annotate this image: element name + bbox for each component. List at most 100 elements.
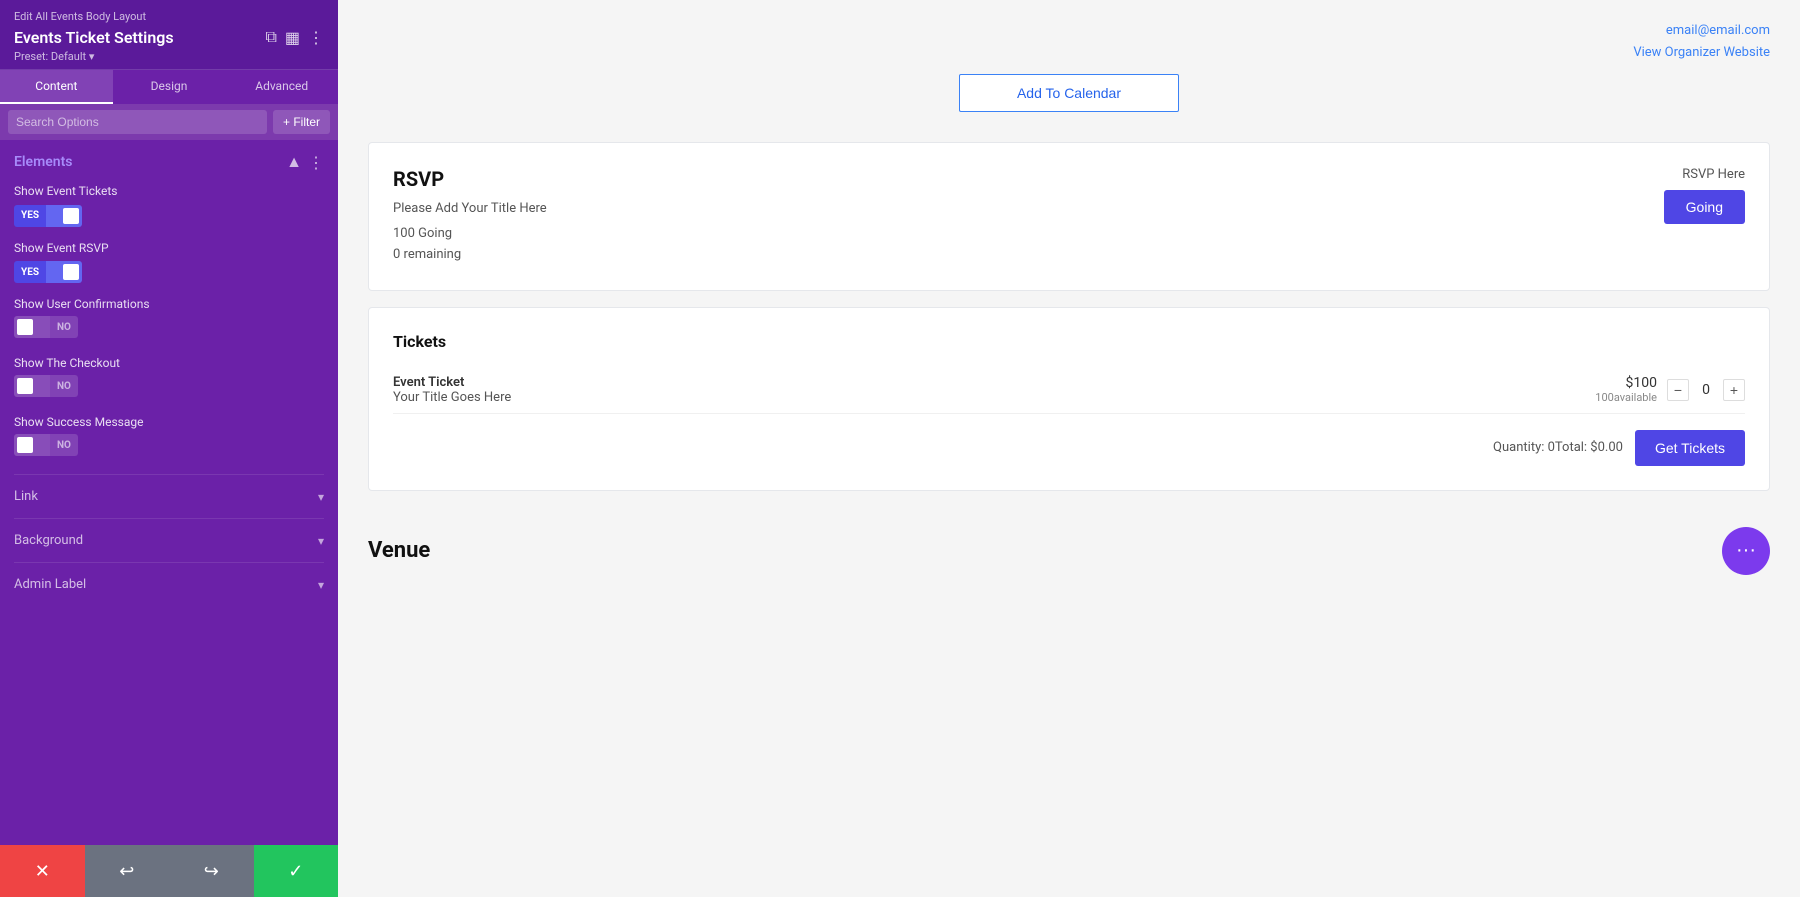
qty-value: 0 — [1697, 382, 1715, 398]
toggle-no-label3: no — [50, 434, 78, 456]
show-checkout-label: Show The Checkout — [14, 356, 324, 370]
preset-row: Preset: Default ▾ — [14, 50, 324, 63]
link-label: Link — [14, 489, 38, 504]
more-icon[interactable]: ⋮ — [308, 28, 324, 47]
toggle-yes-label: yes — [14, 205, 46, 227]
ticket-right: $100 100available − 0 + — [1595, 375, 1745, 404]
rsvp-right: RSVP Here Going — [1664, 167, 1745, 224]
remaining-count: 0 remaining — [393, 245, 547, 266]
ticket-row: Event Ticket Your Title Goes Here $100 1… — [393, 367, 1745, 414]
show-event-rsvp-toggle[interactable]: yes — [14, 261, 82, 283]
background-label: Background — [14, 533, 83, 548]
tab-content[interactable]: Content — [0, 70, 113, 104]
grid-icon[interactable]: ▦ — [285, 28, 300, 47]
main-content: email@email.com View Organizer Website A… — [338, 0, 1800, 897]
toggle-slider5 — [14, 434, 50, 456]
add-to-calendar-wrap: Add To Calendar — [368, 74, 1770, 112]
toggle-no-label2: no — [50, 375, 78, 397]
cancel-button[interactable]: ✕ — [0, 845, 85, 897]
preset-chevron: ▾ — [89, 50, 95, 63]
venue-section: Venue ··· — [368, 507, 1770, 595]
tab-design[interactable]: Design — [113, 70, 226, 104]
bottom-bar: ✕ ↩ ↪ ✓ — [0, 845, 338, 897]
panel-title: Events Ticket Settings — [14, 28, 174, 47]
background-chevron-icon: ▾ — [318, 534, 324, 548]
ticket-name: Event Ticket — [393, 375, 511, 390]
edit-label: Edit All Events Body Layout — [14, 10, 324, 23]
toggle-no-label: no — [50, 316, 78, 338]
show-event-tickets-label: Show Event Tickets — [14, 184, 324, 198]
going-count: 100 Going — [393, 224, 547, 245]
ticket-price: $100 — [1595, 375, 1657, 391]
tab-advanced[interactable]: Advanced — [225, 70, 338, 104]
search-filter-row: + Filter — [0, 104, 338, 140]
organizer-website-link[interactable]: View Organizer Website — [368, 42, 1770, 64]
email-link[interactable]: email@email.com — [368, 20, 1770, 42]
ticket-footer: Quantity: 0Total: $0.00 Get Tickets — [393, 430, 1745, 466]
admin-label-section[interactable]: Admin Label ▾ — [14, 562, 324, 606]
ticket-info: Event Ticket Your Title Goes Here — [393, 375, 511, 405]
going-button[interactable]: Going — [1664, 190, 1745, 224]
left-panel: Edit All Events Body Layout Events Ticke… — [0, 0, 338, 897]
admin-label-chevron-icon: ▾ — [318, 578, 324, 592]
rsvp-card-inner: RSVP Please Add Your Title Here 100 Goin… — [393, 167, 1745, 266]
qty-controls: − 0 + — [1667, 379, 1745, 401]
section-header-icons: ▲ ⋮ — [286, 152, 324, 172]
show-success-label: Show Success Message — [14, 415, 324, 429]
ticket-available: 100available — [1595, 391, 1657, 404]
venue-title: Venue — [368, 538, 430, 563]
show-success-option: Show Success Message no — [14, 415, 324, 460]
toggle-slider2 — [46, 261, 82, 283]
background-section[interactable]: Background ▾ — [14, 518, 324, 562]
undo-button[interactable]: ↩ — [85, 845, 170, 897]
show-user-confirmations-option: Show User Confirmations no — [14, 297, 324, 342]
link-chevron-icon: ▾ — [318, 490, 324, 504]
add-to-calendar-button[interactable]: Add To Calendar — [959, 74, 1179, 112]
show-success-toggle[interactable]: no — [14, 434, 78, 456]
toggle-slider3 — [14, 316, 50, 338]
show-checkout-toggle[interactable]: no — [14, 375, 78, 397]
toggle-slider — [46, 205, 82, 227]
search-input[interactable] — [8, 110, 267, 134]
tickets-card: Tickets Event Ticket Your Title Goes Her… — [368, 307, 1770, 491]
copy-icon[interactable]: ⧉ — [265, 27, 276, 47]
ticket-subtitle: Your Title Goes Here — [393, 390, 511, 405]
fab-dots-icon: ··· — [1736, 539, 1756, 562]
show-event-tickets-toggle[interactable]: yes — [14, 205, 82, 227]
venue-fab-button[interactable]: ··· — [1722, 527, 1770, 575]
qty-plus-button[interactable]: + — [1723, 379, 1745, 401]
show-user-confirmations-label: Show User Confirmations — [14, 297, 324, 311]
link-section[interactable]: Link ▾ — [14, 474, 324, 518]
qty-minus-button[interactable]: − — [1667, 379, 1689, 401]
preset-label: Preset: Default — [14, 50, 86, 63]
show-event-rsvp-label: Show Event RSVP — [14, 241, 324, 255]
show-user-confirmations-toggle[interactable]: no — [14, 316, 78, 338]
top-links: email@email.com View Organizer Website — [368, 20, 1770, 64]
rsvp-card: RSVP Please Add Your Title Here 100 Goin… — [368, 142, 1770, 291]
tabs-row: Content Design Advanced — [0, 70, 338, 104]
toggle-yes-label2: yes — [14, 261, 46, 283]
collapse-icon[interactable]: ▲ — [286, 152, 302, 172]
rsvp-here-label: RSVP Here — [1682, 167, 1745, 182]
rsvp-left: RSVP Please Add Your Title Here 100 Goin… — [393, 167, 547, 266]
show-event-rsvp-option: Show Event RSVP yes — [14, 241, 324, 284]
show-checkout-option: Show The Checkout no — [14, 356, 324, 401]
panel-header: Edit All Events Body Layout Events Ticke… — [0, 0, 338, 70]
options-icon[interactable]: ⋮ — [308, 153, 324, 172]
panel-title-icons: ⧉ ▦ ⋮ — [265, 27, 324, 47]
elements-section-header: Elements ▲ ⋮ — [14, 152, 324, 172]
get-tickets-button[interactable]: Get Tickets — [1635, 430, 1745, 466]
save-button[interactable]: ✓ — [254, 845, 339, 897]
rsvp-title: RSVP — [393, 167, 547, 191]
redo-button[interactable]: ↪ — [169, 845, 254, 897]
ticket-total-label: Quantity: 0Total: $0.00 — [1493, 440, 1623, 455]
rsvp-going: 100 Going 0 remaining — [393, 224, 547, 266]
rsvp-subtitle: Please Add Your Title Here — [393, 201, 547, 216]
show-event-tickets-option: Show Event Tickets yes — [14, 184, 324, 227]
toggle-slider4 — [14, 375, 50, 397]
elements-title: Elements — [14, 154, 72, 170]
tickets-title: Tickets — [393, 332, 1745, 351]
filter-button[interactable]: + Filter — [273, 110, 330, 134]
ticket-price-wrap: $100 100available — [1595, 375, 1657, 404]
panel-content: Elements ▲ ⋮ Show Event Tickets yes Show… — [0, 140, 338, 845]
